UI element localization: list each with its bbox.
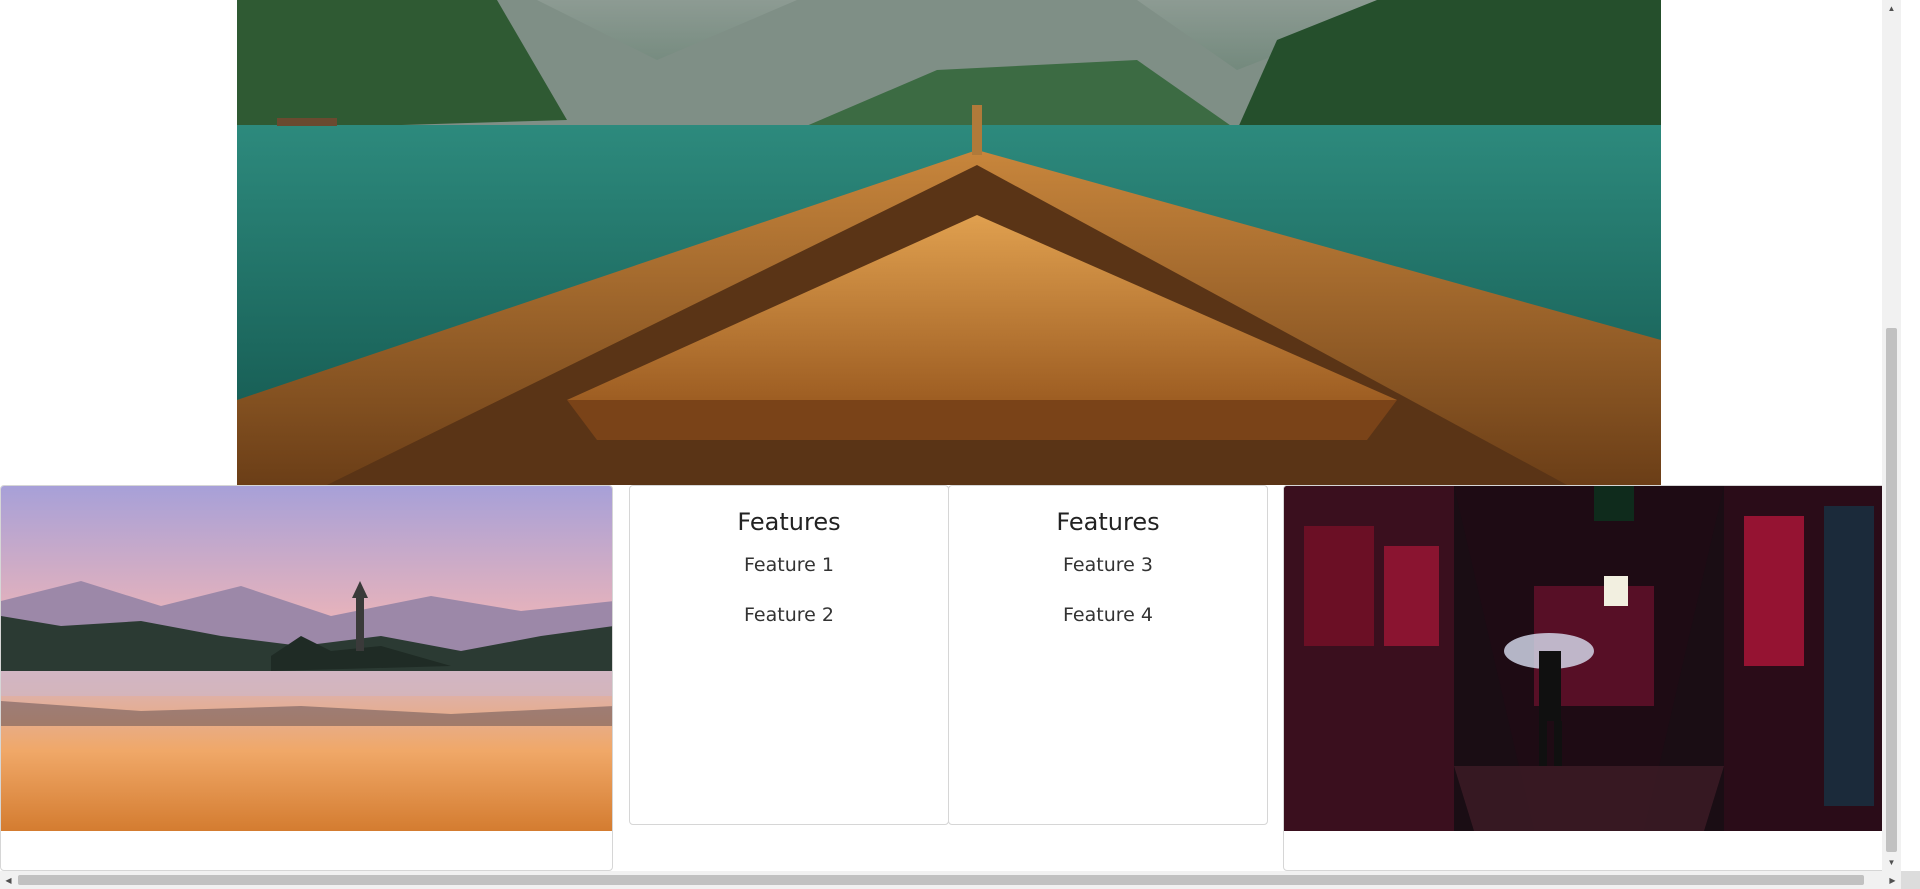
page-viewport: Features Feature 1 Feature 2 Features Fe… xyxy=(0,0,1901,871)
feature-item-2: Feature 2 xyxy=(744,604,834,626)
neon-alley-illustration xyxy=(1284,486,1895,831)
feature-item-3: Feature 3 xyxy=(1063,554,1153,576)
image-card-neon-alley xyxy=(1283,485,1896,871)
horizontal-scrollbar[interactable]: ◀ ▶ xyxy=(0,871,1901,889)
features-card-1: Features Feature 1 Feature 2 xyxy=(629,485,949,825)
features-card-1-list: Feature 1 Feature 2 xyxy=(630,554,948,654)
image-card-lake-church xyxy=(0,485,613,871)
feature-item-4: Feature 4 xyxy=(1063,604,1153,626)
vertical-scroll-thumb[interactable] xyxy=(1886,328,1897,852)
hero-image-boat-lake xyxy=(237,0,1661,485)
neon-alley-image xyxy=(1284,486,1895,831)
vertical-scrollbar[interactable]: ▲ ▼ xyxy=(1882,0,1901,871)
horizontal-scroll-thumb[interactable] xyxy=(18,875,1864,885)
features-card-2-title: Features xyxy=(1056,508,1160,536)
scroll-right-icon[interactable]: ▶ xyxy=(1884,871,1901,889)
features-card-2: Features Feature 3 Feature 4 xyxy=(948,485,1268,825)
hero-illustration xyxy=(237,0,1661,485)
lake-church-image xyxy=(1,486,612,831)
scrollbar-corner xyxy=(1901,871,1920,889)
scroll-up-icon[interactable]: ▲ xyxy=(1882,0,1901,17)
scroll-down-icon[interactable]: ▼ xyxy=(1882,854,1901,871)
features-card-1-title: Features xyxy=(737,508,841,536)
feature-item-1: Feature 1 xyxy=(744,554,834,576)
scroll-left-icon[interactable]: ◀ xyxy=(0,871,17,889)
lake-church-illustration xyxy=(1,486,612,831)
features-card-2-list: Feature 3 Feature 4 xyxy=(949,554,1267,654)
